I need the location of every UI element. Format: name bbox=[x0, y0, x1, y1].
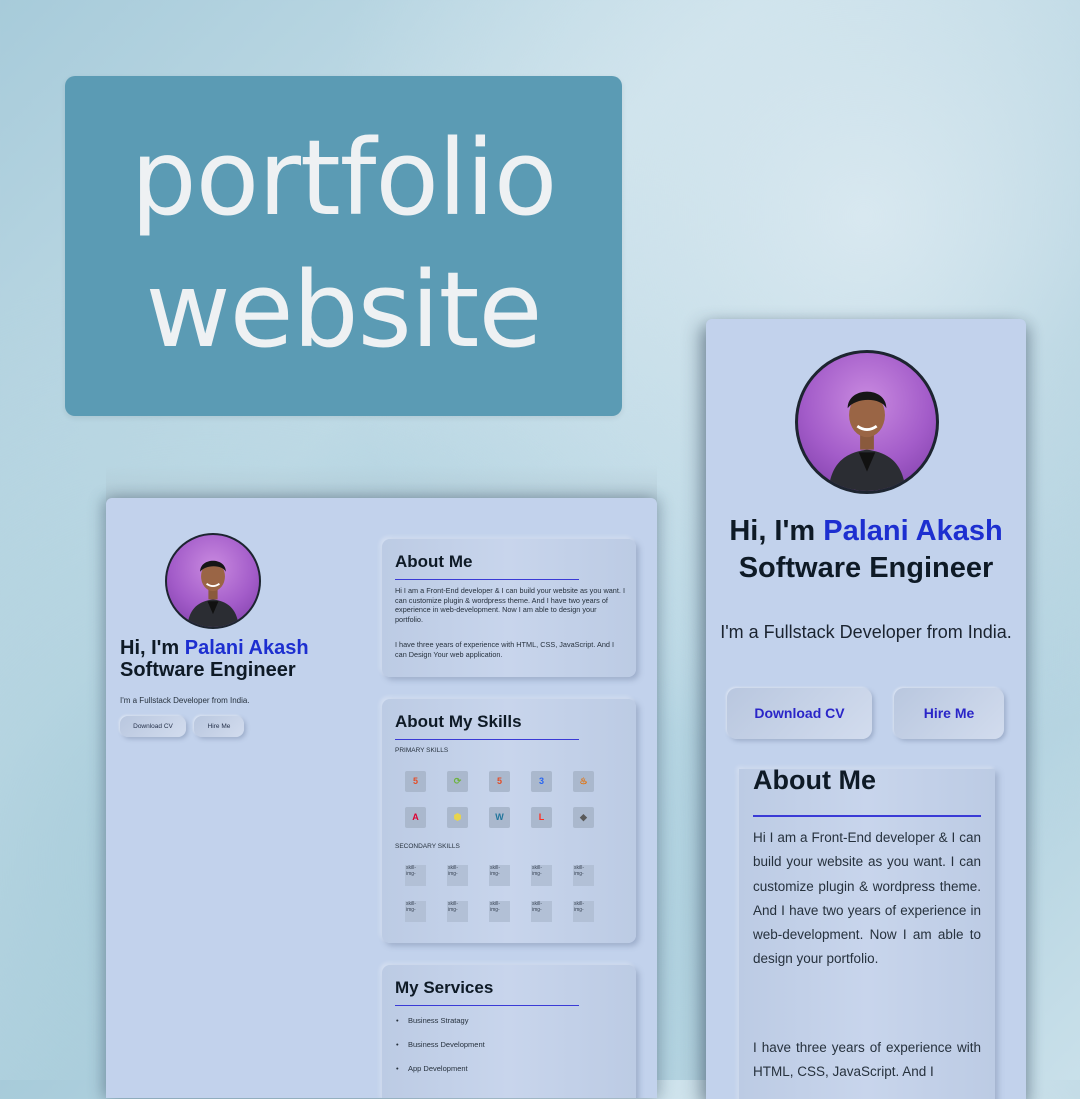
spring-icon: ⟳ bbox=[447, 771, 468, 792]
download-cv-button[interactable]: Download CV bbox=[120, 716, 186, 737]
skill-image-placeholder: skill-img- bbox=[489, 901, 510, 922]
profile-avatar bbox=[795, 350, 939, 494]
hero-greeting: Hi, I'm Palani Akash bbox=[120, 637, 309, 659]
banner-title-line2: website bbox=[145, 249, 543, 371]
skill-image-placeholder: skill-img- bbox=[405, 865, 426, 886]
about-title-underline bbox=[753, 815, 981, 817]
hero-name: Palani Akash bbox=[184, 637, 309, 659]
services-title: My Services bbox=[395, 978, 494, 997]
nodejs-icon: ⬢ bbox=[447, 807, 468, 828]
title-banner: portfolio website bbox=[65, 76, 622, 416]
service-item: Business Development bbox=[396, 1040, 485, 1049]
layers-icon: ◆ bbox=[573, 807, 594, 828]
person-photo-icon bbox=[187, 560, 239, 627]
about-paragraph-1: Hi I am a Front-End developer & I can bu… bbox=[753, 830, 981, 967]
hero-role: Software Engineer bbox=[120, 659, 296, 681]
primary-skills-label: PRIMARY SKILLS bbox=[395, 747, 449, 754]
html5-icon: 5 bbox=[489, 771, 510, 792]
skills-title-underline bbox=[395, 739, 579, 740]
skill-image-placeholder: skill-img- bbox=[531, 865, 552, 886]
hero-role: Software Engineer bbox=[738, 552, 994, 584]
hire-me-button[interactable]: Hire Me bbox=[894, 688, 1004, 739]
profile-avatar bbox=[165, 533, 261, 629]
css3-icon: 3 bbox=[531, 771, 552, 792]
services-card: My Services Business Stratagy Business D… bbox=[382, 965, 636, 1098]
about-title-underline bbox=[395, 579, 579, 580]
service-item: App Development bbox=[396, 1064, 468, 1073]
skill-image-placeholder: skill-img- bbox=[447, 901, 468, 922]
secondary-skills-label: SECONDARY SKILLS bbox=[395, 843, 460, 850]
skill-image-placeholder: skill-img- bbox=[531, 901, 552, 922]
hero-tagline: I'm a Fullstack Developer from India. bbox=[120, 696, 250, 705]
person-photo-icon bbox=[828, 391, 906, 491]
about-paragraph-2: I have three years of experience with HT… bbox=[395, 640, 615, 659]
angular-icon: A bbox=[405, 807, 426, 828]
skill-image-placeholder: skill-img- bbox=[573, 865, 594, 886]
about-title: About Me bbox=[753, 765, 876, 795]
about-card: About Me Hi I am a Front-End developer &… bbox=[739, 765, 995, 1099]
service-item: Business Stratagy bbox=[396, 1016, 469, 1025]
skills-title: About My Skills bbox=[395, 712, 522, 731]
hire-me-button[interactable]: Hire Me bbox=[194, 716, 244, 737]
download-cv-button[interactable]: Download CV bbox=[727, 688, 872, 739]
about-paragraph-1: Hi I am a Front-End developer & I can bu… bbox=[395, 586, 625, 624]
services-title-underline bbox=[395, 1005, 579, 1006]
wordpress-icon: W bbox=[489, 807, 510, 828]
java-icon: ♨ bbox=[573, 771, 594, 792]
hero-greeting: Hi, I'm Palani Akash bbox=[729, 515, 1003, 547]
skill-image-placeholder: skill-img- bbox=[405, 901, 426, 922]
skill-image-placeholder: skill-img- bbox=[573, 901, 594, 922]
skills-card: About My Skills PRIMARY SKILLS 5 ⟳ 5 3 ♨ A ⬢ W L… bbox=[382, 699, 636, 943]
mobile-mockup: Hi, I'm Palani Akash Software Engineer I… bbox=[706, 319, 1026, 1099]
hero-tagline: I'm a Fullstack Developer from India. bbox=[720, 622, 1012, 642]
skill-image-placeholder: skill-img- bbox=[489, 865, 510, 886]
skill-image-placeholder: skill-img- bbox=[447, 865, 468, 886]
about-title: About Me bbox=[395, 552, 473, 571]
about-paragraph-2: I have three years of experience with HT… bbox=[753, 1040, 981, 1080]
about-card: About Me Hi I am a Front-End developer &… bbox=[382, 539, 636, 677]
laravel-icon: L bbox=[531, 807, 552, 828]
hero-name: Palani Akash bbox=[823, 515, 1003, 547]
banner-title-line1: portfolio bbox=[130, 117, 558, 239]
desktop-mockup: Hi, I'm Palani Akash Software Engineer I… bbox=[106, 498, 657, 1098]
html5-icon: 5 bbox=[405, 771, 426, 792]
